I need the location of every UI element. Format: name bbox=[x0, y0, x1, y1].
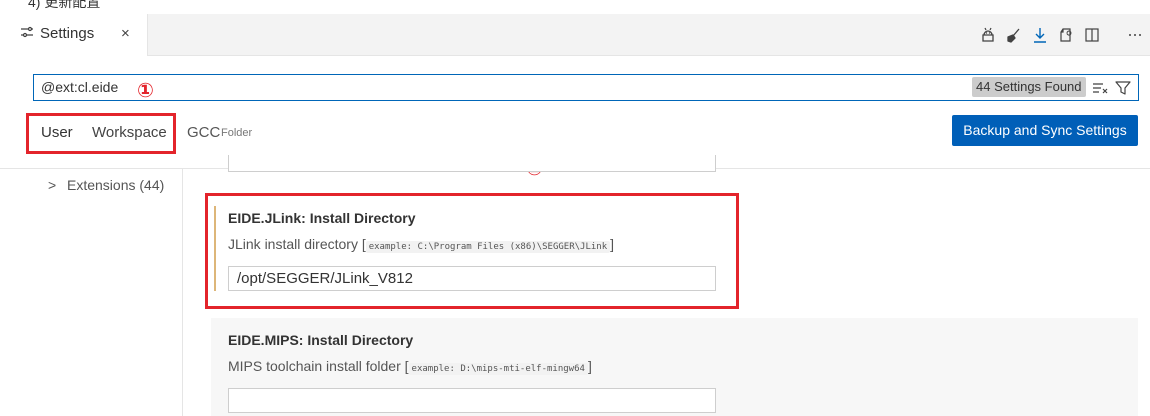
download-icon[interactable] bbox=[1031, 26, 1049, 44]
tab-settings-label: Settings bbox=[40, 25, 95, 42]
annotation-box-scope bbox=[26, 113, 176, 154]
editor-tab-bar bbox=[0, 14, 1150, 56]
cut-off-heading: 4) 更新配置 bbox=[28, 0, 101, 10]
settings-icon bbox=[20, 25, 34, 39]
tree-separator bbox=[182, 169, 183, 416]
setting-title: EIDE.MIPS: Install Directory bbox=[228, 332, 414, 348]
filter-icon[interactable] bbox=[1115, 80, 1131, 96]
previous-setting-input[interactable] bbox=[228, 155, 716, 172]
folder-tag: Folder bbox=[221, 127, 253, 139]
annotation-number-1: ① bbox=[137, 80, 154, 102]
open-json-icon[interactable] bbox=[1057, 26, 1075, 44]
split-editor-icon[interactable] bbox=[1083, 26, 1101, 44]
clear-filter-icon[interactable] bbox=[1092, 80, 1108, 96]
android-icon[interactable] bbox=[979, 26, 997, 44]
setting-description: MIPS toolchain install folder [example: … bbox=[228, 358, 592, 375]
example-code: example: D:\mips-mti-elf-mingw64 bbox=[408, 363, 588, 375]
tab-folder-gcc[interactable]: GCC bbox=[187, 124, 220, 142]
annotation-box-setting bbox=[205, 193, 739, 309]
more-icon[interactable] bbox=[1126, 26, 1144, 44]
broom-icon[interactable] bbox=[1005, 26, 1023, 44]
search-value: @ext:cl.eide bbox=[41, 79, 119, 95]
mips-directory-input[interactable] bbox=[228, 388, 716, 413]
backup-sync-button[interactable]: Backup and Sync Settings bbox=[952, 115, 1138, 146]
chevron-right-icon[interactable]: > bbox=[48, 176, 56, 194]
close-icon[interactable]: × bbox=[121, 25, 130, 43]
tree-item-extensions[interactable]: Extensions (44) bbox=[67, 176, 164, 194]
settings-found-badge: 44 Settings Found bbox=[972, 77, 1086, 97]
